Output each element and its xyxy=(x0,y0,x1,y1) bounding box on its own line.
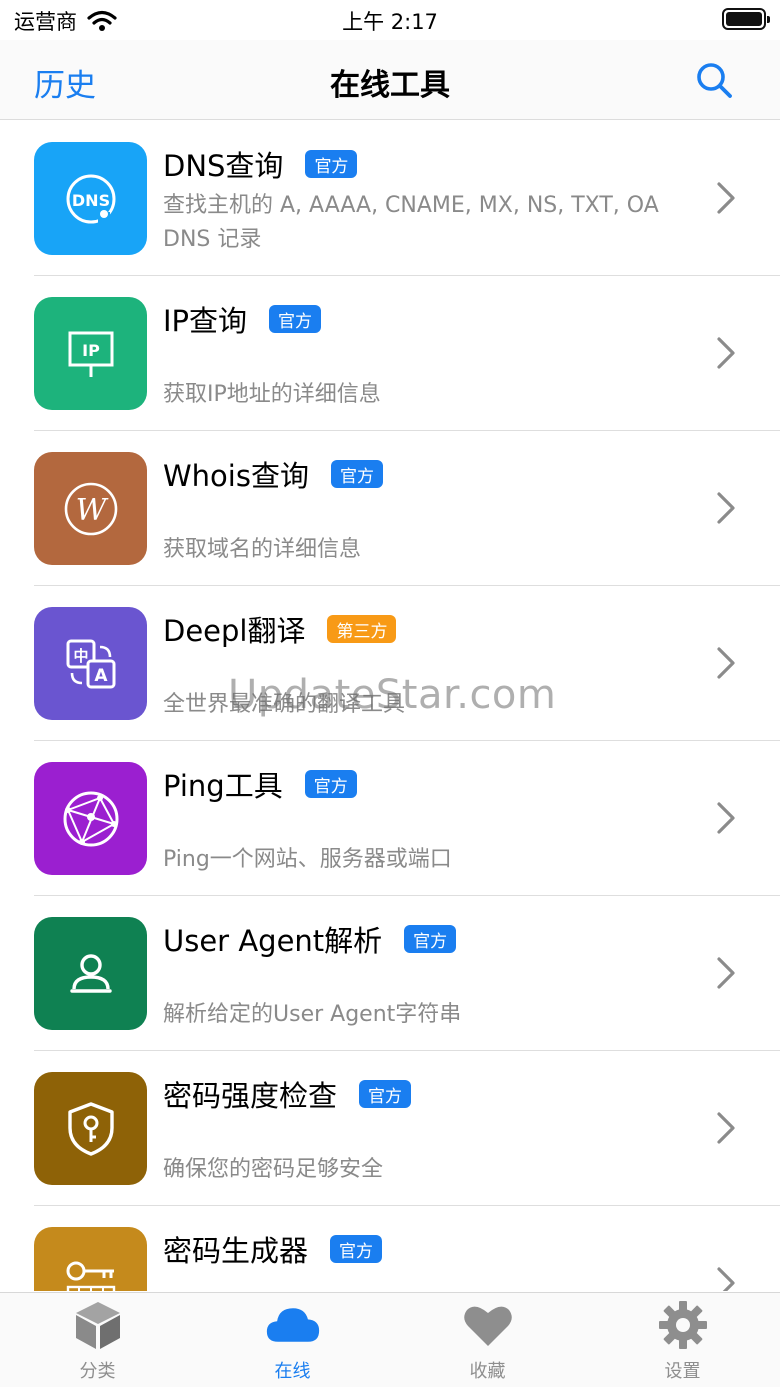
heart-icon xyxy=(460,1299,516,1351)
tool-title: Ping工具 xyxy=(163,769,283,803)
chevron-right-icon xyxy=(717,492,735,524)
tab-label: 收藏 xyxy=(469,1361,506,1382)
tab-online[interactable]: 在线 xyxy=(195,1293,390,1387)
official-badge: 官方 xyxy=(305,150,358,178)
tool-row-user-agent[interactable]: User Agent解析 官方 解析给定的User Agent字符串 xyxy=(0,896,780,1051)
chevron-right-icon xyxy=(717,647,735,679)
user-agent-icon xyxy=(69,953,112,993)
official-badge: 官方 xyxy=(304,770,357,798)
tool-row-whois[interactable]: W Whois查询 官方 获取域名的详细信息 xyxy=(0,431,780,586)
tool-row-deepl[interactable]: 中 A Deepl翻译 第三方 全世界最准确的翻译工具 xyxy=(0,586,780,741)
tab-label: 分类 xyxy=(79,1361,116,1382)
tool-title-group: Ping工具 官方 xyxy=(163,763,357,805)
official-badge: 官方 xyxy=(330,460,383,488)
tab-category[interactable]: 分类 xyxy=(0,1293,195,1387)
navigation-bar: 历史 在线工具 xyxy=(0,40,780,120)
cloud-icon xyxy=(265,1299,321,1351)
whois-w-icon: W xyxy=(64,482,117,535)
chevron-right-icon xyxy=(717,337,735,369)
svg-text:DNS: DNS xyxy=(71,191,109,210)
tab-favorites[interactable]: 收藏 xyxy=(390,1293,585,1387)
tool-description: 获取域名的详细信息 xyxy=(163,537,362,562)
tool-icon-bg: IP xyxy=(34,297,147,410)
chevron-right-icon xyxy=(717,182,735,214)
tool-title-group: 密码强度检查 官方 xyxy=(163,1073,412,1115)
tool-title: IP查询 xyxy=(163,304,248,338)
tool-icon-bg xyxy=(34,917,147,1030)
dns-icon: DNS xyxy=(66,174,115,224)
ip-sign-icon: IP xyxy=(68,331,113,377)
box-icon xyxy=(70,1299,126,1351)
globe-network-icon xyxy=(63,791,118,846)
tool-title-group: 密码生成器 官方 xyxy=(163,1228,383,1270)
official-badge: 官方 xyxy=(269,305,322,333)
tool-title: 密码强度检查 xyxy=(163,1079,338,1113)
tool-icon-bg: DNS xyxy=(34,142,147,255)
tool-list: DNS DNS查询 官方 查找主机的 A, AAAA, CNAME, MX, N… xyxy=(0,121,780,1291)
tool-title-group: DNS查询 官方 xyxy=(163,143,358,185)
shield-key-icon xyxy=(67,1101,114,1156)
official-badge: 官方 xyxy=(359,1080,412,1108)
chevron-right-icon xyxy=(717,957,735,989)
search-button[interactable] xyxy=(694,60,734,100)
tool-description: 确保您的密码足够安全 xyxy=(163,1157,384,1182)
tool-row-dns[interactable]: DNS DNS查询 官方 查找主机的 A, AAAA, CNAME, MX, N… xyxy=(0,121,780,276)
tool-row-password-generator[interactable]: 密码生成器 官方 xyxy=(0,1206,780,1291)
status-bar: 运营商 上午 2:17 xyxy=(0,0,780,40)
search-icon xyxy=(697,63,732,98)
tool-row-password-strength[interactable]: 密码强度检查 官方 确保您的密码足够安全 xyxy=(0,1051,780,1206)
tool-icon-bg xyxy=(34,762,147,875)
tool-icon-bg: 中 A xyxy=(34,607,147,720)
battery-icon xyxy=(722,8,770,30)
tool-title: Deepl翻译 xyxy=(163,614,306,648)
tool-title: User Agent解析 xyxy=(163,924,383,958)
tool-title-group: IP查询 官方 xyxy=(163,298,322,340)
tab-label: 设置 xyxy=(664,1361,701,1382)
svg-text:IP: IP xyxy=(82,341,100,360)
tool-icon-bg xyxy=(34,1072,147,1185)
page-title: 在线工具 xyxy=(330,68,450,103)
tool-icon-bg xyxy=(34,1227,147,1291)
gear-icon xyxy=(655,1299,711,1351)
tool-description: Ping一个网站、服务器或端口 xyxy=(163,847,452,872)
tool-title: DNS查询 xyxy=(163,149,284,183)
tool-title-group: User Agent解析 官方 xyxy=(163,918,457,960)
translate-icon: 中 A xyxy=(66,639,115,688)
official-badge: 官方 xyxy=(404,925,457,953)
tool-description: 解析给定的User Agent字符串 xyxy=(163,1002,462,1027)
tool-row-ping[interactable]: Ping工具 官方 Ping一个网站、服务器或端口 xyxy=(0,741,780,896)
tool-row-ip[interactable]: IP IP查询 官方 获取IP地址的详细信息 xyxy=(0,276,780,431)
svg-text:A: A xyxy=(94,666,108,686)
key-generator-icon xyxy=(66,1261,115,1291)
third-party-badge: 第三方 xyxy=(327,615,397,643)
svg-text:W: W xyxy=(75,493,108,528)
tab-label: 在线 xyxy=(274,1361,311,1382)
tool-title-group: Deepl翻译 第三方 xyxy=(163,608,397,650)
chevron-right-icon xyxy=(717,1112,735,1144)
status-time: 上午 2:17 xyxy=(342,10,438,34)
tab-settings[interactable]: 设置 xyxy=(585,1293,780,1387)
chevron-right-icon xyxy=(717,802,735,834)
tool-title-group: Whois查询 官方 xyxy=(163,453,383,495)
svg-text:中: 中 xyxy=(73,647,88,665)
tool-description: 查找主机的 A, AAAA, CNAME, MX, NS, TXT, OA DN… xyxy=(163,193,659,252)
tool-description: 全世界最准确的翻译工具 xyxy=(163,692,406,717)
tool-description: 获取IP地址的详细信息 xyxy=(163,382,381,407)
tab-bar: 分类 在线 收藏 设置 xyxy=(0,1292,780,1387)
tool-title: 密码生成器 xyxy=(163,1234,309,1268)
chevron-right-icon xyxy=(717,1267,735,1291)
tool-title: Whois查询 xyxy=(163,459,309,493)
tool-icon-bg: W xyxy=(34,452,147,565)
official-badge: 官方 xyxy=(330,1235,383,1263)
